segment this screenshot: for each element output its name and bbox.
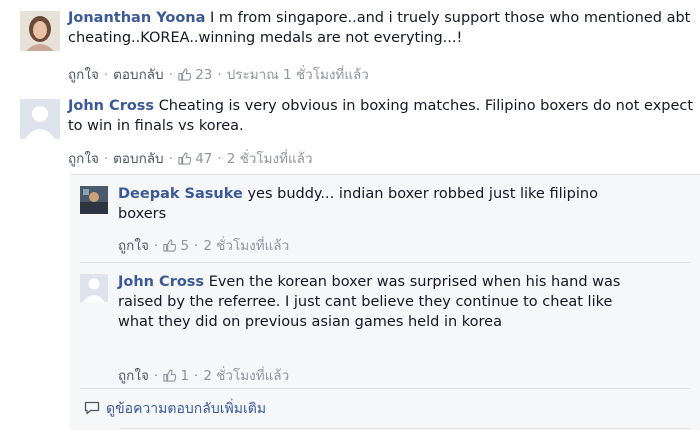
- reply-link[interactable]: ตอบกลับ: [113, 67, 163, 83]
- thumbs-up-icon: [163, 369, 177, 382]
- reply: John Cross Even the korean boxer was sur…: [80, 272, 690, 384]
- comment: John Cross Cheating is very obvious in b…: [20, 96, 700, 168]
- comment-actions: ถูกใจ · ตอบกลับ · 47 · 2 ชั่วโมงที่แล้ว: [68, 151, 313, 167]
- timestamp[interactable]: ประมาณ 1 ชั่วโมงที่แล้ว: [227, 67, 369, 83]
- view-more-replies-link[interactable]: ดูข้อความตอบกลับเพิ่มเติม: [84, 398, 266, 420]
- divider: [70, 174, 700, 175]
- comment-actions: ถูกใจ · ตอบกลับ · 23 · ประมาณ 1 ชั่วโมงที่แล้…: [68, 67, 369, 83]
- timestamp[interactable]: 2 ชั่วโมงที่แล้ว: [203, 368, 289, 384]
- author-link[interactable]: John Cross: [68, 98, 154, 114]
- timestamp[interactable]: 2 ชั่วโมงที่แล้ว: [203, 238, 289, 254]
- like-link[interactable]: ถูกใจ: [68, 67, 99, 83]
- like-link[interactable]: ถูกใจ: [118, 368, 149, 384]
- reply-actions: ถูกใจ · 1 · 2 ชั่วโมงที่แล้ว: [118, 368, 290, 384]
- reply-text: John Cross Even the korean boxer was sur…: [118, 272, 638, 332]
- comment: Jonanthan Yoona I m from singapore..and …: [20, 8, 700, 83]
- thumbs-up-icon: [178, 152, 191, 165]
- divider: [80, 388, 690, 389]
- author-link[interactable]: John Cross: [118, 274, 204, 290]
- default-avatar-icon: [80, 274, 108, 302]
- divider: [120, 428, 690, 429]
- reply-text: Deepak Sasuke yes buddy... indian boxer …: [118, 184, 638, 224]
- author-link[interactable]: Jonanthan Yoona: [68, 10, 205, 26]
- like-link[interactable]: ถูกใจ: [118, 238, 149, 254]
- divider: [80, 262, 690, 263]
- reply-actions: ถูกใจ · 5 · 2 ชั่วโมงที่แล้ว: [118, 238, 290, 254]
- like-link[interactable]: ถูกใจ: [68, 151, 99, 167]
- avatar[interactable]: [20, 99, 60, 139]
- like-count[interactable]: 23: [178, 67, 212, 83]
- default-avatar-icon: [20, 99, 60, 139]
- view-more-replies-label[interactable]: ดูข้อความตอบกลับเพิ่มเติม: [106, 401, 266, 417]
- avatar[interactable]: [20, 11, 60, 51]
- reply-link[interactable]: ตอบกลับ: [113, 151, 163, 167]
- like-count[interactable]: 1: [163, 368, 189, 384]
- reply: Deepak Sasuke yes buddy... indian boxer …: [80, 184, 690, 254]
- comment-text: John Cross Cheating is very obvious in b…: [68, 96, 698, 136]
- like-count[interactable]: 47: [178, 151, 212, 167]
- like-count[interactable]: 5: [163, 238, 189, 254]
- comment-body: Cheating is very obvious in boxing match…: [68, 98, 694, 134]
- avatar[interactable]: [80, 274, 108, 302]
- reply-bubble-icon: [84, 401, 100, 415]
- comment-text: Jonanthan Yoona I m from singapore..and …: [68, 8, 698, 48]
- thumbs-up-icon: [178, 68, 191, 81]
- thumbs-up-icon: [163, 239, 177, 252]
- timestamp[interactable]: 2 ชั่วโมงที่แล้ว: [227, 151, 313, 167]
- author-link[interactable]: Deepak Sasuke: [118, 186, 243, 202]
- avatar[interactable]: [80, 186, 108, 214]
